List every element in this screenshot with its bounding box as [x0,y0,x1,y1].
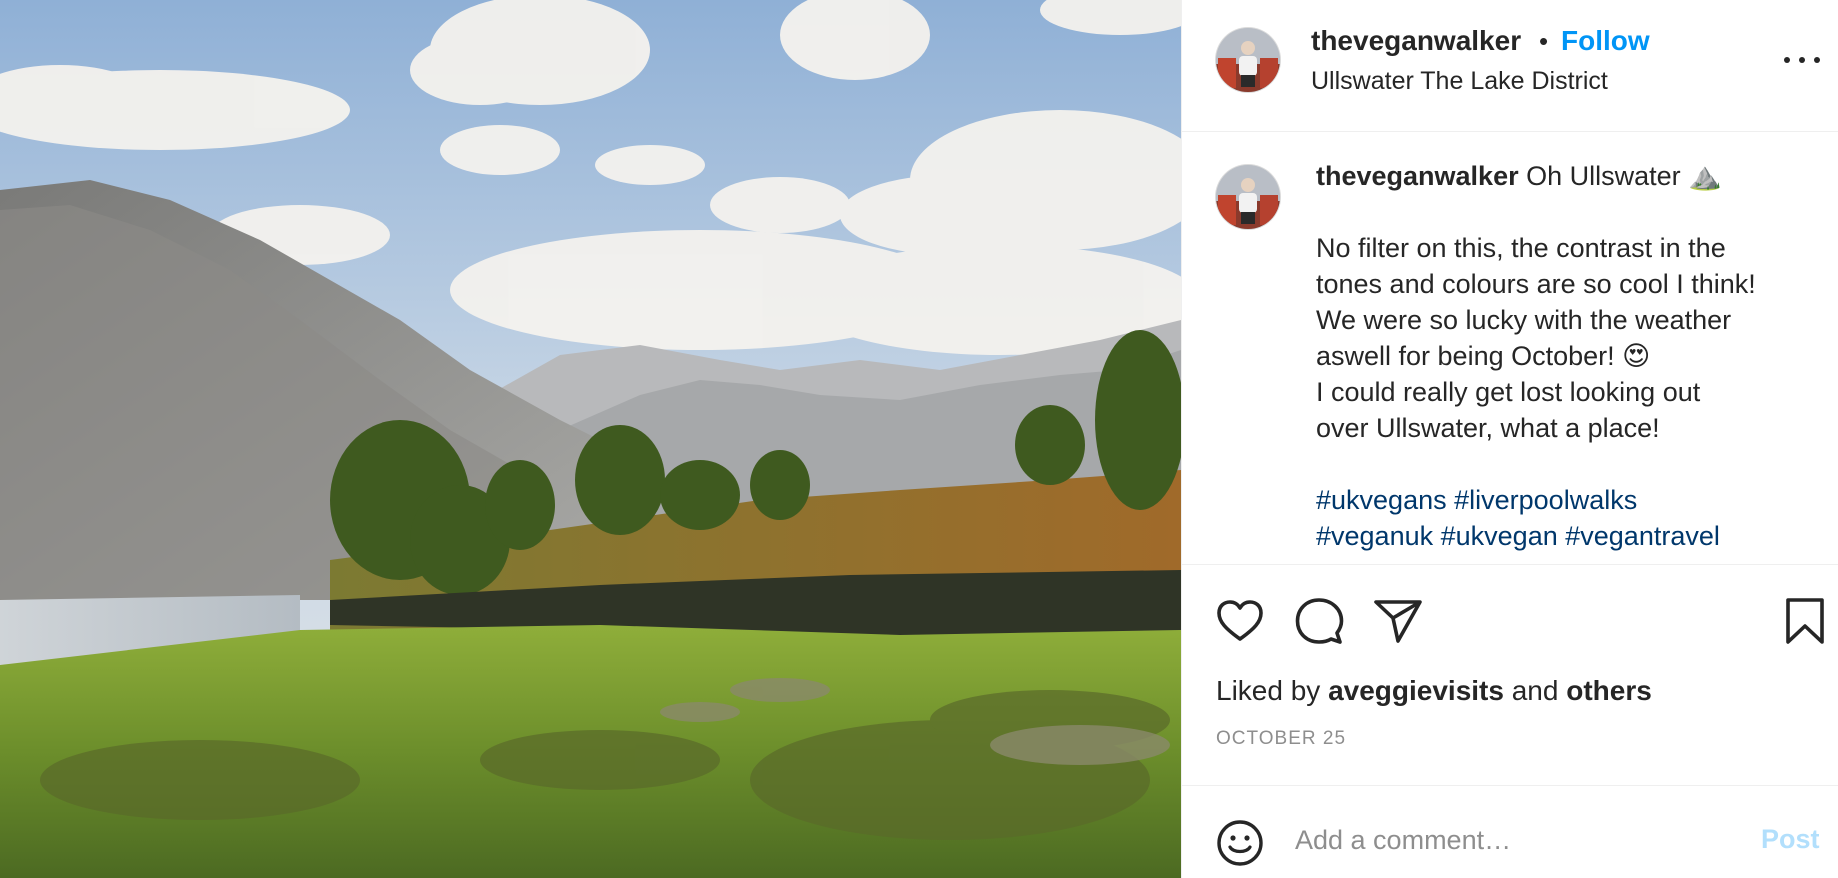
post-comment-button[interactable]: Post [1761,824,1820,855]
caption-line: We were so lucky with the weather [1316,305,1732,335]
post-side-panel: theveganwalker • Follow Ullswater The La… [1181,0,1838,878]
caption-text: theveganwalker Oh Ullswater ⛰️ No filter… [1316,158,1816,554]
follow-button[interactable]: Follow [1561,25,1650,57]
likes-summary: Liked by aveggievisits and others [1216,675,1652,707]
share-icon[interactable] [1372,595,1424,647]
likes-prefix: Liked by [1216,675,1321,706]
liker-username-link[interactable]: aveggievisits [1328,675,1504,706]
caption-first-line: Oh Ullswater ⛰️ [1526,161,1722,191]
caption-line: No filter on this, the contrast in the [1316,233,1726,263]
caption-avatar[interactable] [1216,165,1280,229]
hashtag-link[interactable]: #liverpoolwalks [1454,485,1637,515]
profile-avatar-icon [1216,165,1280,229]
caption-line: I could really get lost looking out [1316,377,1701,407]
separator-dot: • [1539,26,1549,56]
bookmark-icon[interactable] [1779,595,1831,647]
location-link[interactable]: Ullswater The Lake District [1311,67,1608,96]
author-username-link[interactable]: theveganwalker [1311,25,1521,57]
post-header: theveganwalker • Follow Ullswater The La… [1182,0,1838,132]
heart-icon[interactable] [1214,595,1266,647]
comment-input[interactable] [1295,816,1735,864]
emoji-icon[interactable] [1214,817,1266,869]
profile-avatar-icon [1216,28,1280,92]
caption-section: theveganwalker Oh Ullswater ⛰️ No filter… [1182,132,1838,564]
post-date[interactable]: OCTOBER 25 [1216,728,1346,750]
caption-line: tones and colours are so cool I think! [1316,269,1756,299]
caption-username-link[interactable]: theveganwalker [1316,161,1519,191]
likes-conjunction: and [1511,675,1559,706]
caption-line: aswell for being October! 😍 [1316,341,1651,371]
caption-line: over Ullswater, what a place! [1316,413,1660,443]
hashtag-link[interactable]: #ukvegan [1441,521,1558,551]
hashtag-link[interactable]: #vegantravel [1565,521,1720,551]
landscape-image [0,0,1181,878]
hashtag-link[interactable]: #veganuk [1316,521,1433,551]
more-horizontal-icon[interactable] [1782,45,1822,75]
comment-icon[interactable] [1293,595,1345,647]
author-avatar[interactable] [1216,28,1280,92]
post-photo[interactable] [0,0,1181,878]
likes-others-link[interactable]: others [1566,675,1652,706]
comment-bar: Post [1182,785,1838,878]
hashtag-link[interactable]: #ukvegans [1316,485,1447,515]
